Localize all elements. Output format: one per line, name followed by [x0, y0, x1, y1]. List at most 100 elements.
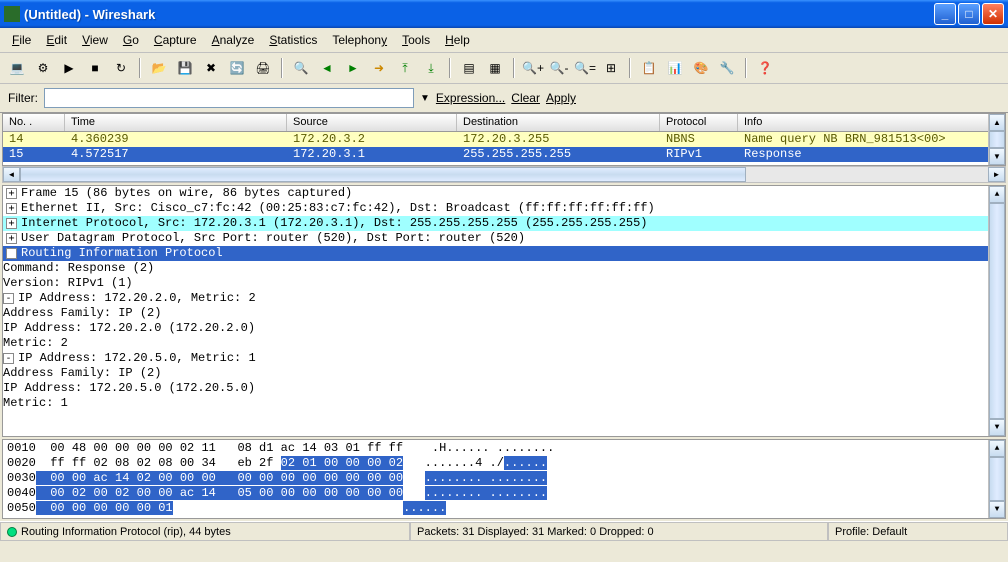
expand-icon[interactable]: +	[6, 203, 17, 214]
packet-list-hscroll[interactable]: ◄ ►	[2, 166, 1006, 183]
filter-dropdown-icon[interactable]: ▼	[420, 93, 430, 104]
minimize-button[interactable]: _	[934, 3, 956, 25]
scroll-thumb[interactable]	[989, 131, 1005, 148]
interfaces-icon[interactable]: 💻	[6, 57, 28, 79]
detail-command[interactable]: Command: Response (2)	[3, 261, 1005, 276]
hscroll-thumb[interactable]	[20, 167, 746, 182]
expression-button[interactable]: Expression...	[436, 91, 505, 105]
detail-ipaddr2[interactable]: - IP Address: 172.20.5.0, Metric: 1	[3, 351, 1005, 366]
col-no[interactable]: No. .	[3, 114, 65, 131]
options-icon[interactable]: ⚙	[32, 57, 54, 79]
print-icon[interactable]: 🖨	[252, 57, 274, 79]
detail-m1[interactable]: Metric: 2	[3, 336, 1005, 351]
hex-line[interactable]: 0030 00 00 ac 14 02 00 00 00 00 00 00 00…	[7, 471, 1001, 486]
detail-ipaddr1[interactable]: - IP Address: 172.20.2.0, Metric: 2	[3, 291, 1005, 306]
packet-row-selected[interactable]: 154.572517172.20.3.1255.255.255.255RIPv1…	[3, 147, 1005, 162]
autoscroll-icon[interactable]: ▦	[484, 57, 506, 79]
filter-input[interactable]	[44, 88, 414, 108]
restart-icon[interactable]: ↻	[110, 57, 132, 79]
menu-view[interactable]: View	[76, 31, 114, 49]
col-protocol[interactable]: Protocol	[660, 114, 738, 131]
hex-pane: 0010 00 48 00 00 00 00 02 11 08 d1 ac 14…	[2, 439, 1006, 519]
back-icon[interactable]: ◄	[316, 57, 338, 79]
menu-go[interactable]: Go	[117, 31, 145, 49]
zoomin-icon[interactable]: 🔍+	[522, 57, 544, 79]
scroll-right-icon[interactable]: ►	[988, 167, 1005, 182]
scroll-down-icon[interactable]: ▼	[989, 148, 1005, 165]
resize-cols-icon[interactable]: ⊞	[600, 57, 622, 79]
clear-button[interactable]: Clear	[511, 91, 540, 105]
packet-list-header: No. . Time Source Destination Protocol I…	[3, 114, 1005, 132]
colorize-icon[interactable]: ▤	[458, 57, 480, 79]
detail-frame[interactable]: +Frame 15 (86 bytes on wire, 86 bytes ca…	[3, 186, 1005, 201]
forward-icon[interactable]: ►	[342, 57, 364, 79]
coloring-rules-icon[interactable]: 🎨	[690, 57, 712, 79]
collapse-icon[interactable]: -	[6, 248, 17, 259]
prefs-icon[interactable]: 🔧	[716, 57, 738, 79]
close-file-icon[interactable]: ✖	[200, 57, 222, 79]
help-icon[interactable]: ❓	[754, 57, 776, 79]
detail-af1[interactable]: Address Family: IP (2)	[3, 306, 1005, 321]
display-filter-icon[interactable]: 📊	[664, 57, 686, 79]
menu-help[interactable]: Help	[439, 31, 476, 49]
detail-udp[interactable]: +User Datagram Protocol, Src Port: route…	[3, 231, 1005, 246]
detail-ipa1[interactable]: IP Address: 172.20.2.0 (172.20.2.0)	[3, 321, 1005, 336]
col-destination[interactable]: Destination	[457, 114, 660, 131]
hex-line[interactable]: 0040 00 02 00 02 00 00 ac 14 05 00 00 00…	[7, 486, 1001, 501]
goto-icon[interactable]: ➜	[368, 57, 390, 79]
details-vscroll[interactable]: ▲ ▼	[988, 186, 1005, 436]
expand-icon[interactable]: +	[6, 218, 17, 229]
capture-filter-icon[interactable]: 📋	[638, 57, 660, 79]
reload-icon[interactable]: 🔄	[226, 57, 248, 79]
collapse-icon[interactable]: -	[3, 353, 14, 364]
detail-rip[interactable]: -Routing Information Protocol	[3, 246, 1005, 261]
collapse-icon[interactable]: -	[3, 293, 14, 304]
scroll-thumb[interactable]	[989, 203, 1005, 419]
close-button[interactable]: ✕	[982, 3, 1004, 25]
apply-button[interactable]: Apply	[546, 91, 576, 105]
expand-icon[interactable]: +	[6, 188, 17, 199]
detail-ipa2[interactable]: IP Address: 172.20.5.0 (172.20.5.0)	[3, 381, 1005, 396]
col-time[interactable]: Time	[65, 114, 287, 131]
detail-m2[interactable]: Metric: 1	[3, 396, 1005, 411]
menu-file[interactable]: File	[6, 31, 37, 49]
last-icon[interactable]: ⤓	[420, 57, 442, 79]
hex-line[interactable]: 0010 00 48 00 00 00 00 02 11 08 d1 ac 14…	[7, 441, 1001, 456]
hex-vscroll[interactable]: ▲ ▼	[988, 440, 1005, 518]
scroll-up-icon[interactable]: ▲	[989, 440, 1005, 457]
scroll-down-icon[interactable]: ▼	[989, 419, 1005, 436]
open-icon[interactable]: 📂	[148, 57, 170, 79]
scroll-down-icon[interactable]: ▼	[989, 501, 1005, 518]
menu-statistics[interactable]: Statistics	[263, 31, 323, 49]
scroll-thumb[interactable]	[989, 457, 1005, 501]
zoomout-icon[interactable]: 🔍-	[548, 57, 570, 79]
first-icon[interactable]: ⤒	[394, 57, 416, 79]
status-mid-text: Packets: 31 Displayed: 31 Marked: 0 Drop…	[417, 526, 654, 538]
menu-edit[interactable]: Edit	[40, 31, 73, 49]
col-source[interactable]: Source	[287, 114, 457, 131]
save-icon[interactable]: 💾	[174, 57, 196, 79]
col-info[interactable]: Info	[738, 114, 1005, 131]
packet-list-vscroll[interactable]: ▲ ▼	[988, 114, 1005, 165]
start-icon[interactable]: ▶	[58, 57, 80, 79]
menu-tools[interactable]: Tools	[396, 31, 436, 49]
scroll-left-icon[interactable]: ◄	[3, 167, 20, 182]
hex-line[interactable]: 0050 00 00 00 00 00 01 ......	[7, 501, 1001, 516]
detail-version[interactable]: Version: RIPv1 (1)	[3, 276, 1005, 291]
status-mid: Packets: 31 Displayed: 31 Marked: 0 Drop…	[410, 522, 828, 541]
zoom100-icon[interactable]: 🔍=	[574, 57, 596, 79]
detail-ethernet[interactable]: +Ethernet II, Src: Cisco_c7:fc:42 (00:25…	[3, 201, 1005, 216]
menu-capture[interactable]: Capture	[148, 31, 203, 49]
packet-row[interactable]: 144.360239172.20.3.2172.20.3.255NBNSName…	[3, 132, 1005, 147]
stop-icon[interactable]: ■	[84, 57, 106, 79]
expand-icon[interactable]: +	[6, 233, 17, 244]
detail-af2[interactable]: Address Family: IP (2)	[3, 366, 1005, 381]
scroll-up-icon[interactable]: ▲	[989, 186, 1005, 203]
hex-line[interactable]: 0020 ff ff 02 08 02 08 00 34 eb 2f 02 01…	[7, 456, 1001, 471]
menu-analyze[interactable]: Analyze	[206, 31, 261, 49]
detail-ip[interactable]: +Internet Protocol, Src: 172.20.3.1 (172…	[3, 216, 1005, 231]
menu-telephony[interactable]: Telephony	[326, 31, 393, 49]
scroll-up-icon[interactable]: ▲	[989, 114, 1005, 131]
maximize-button[interactable]: □	[958, 3, 980, 25]
find-icon[interactable]: 🔍	[290, 57, 312, 79]
